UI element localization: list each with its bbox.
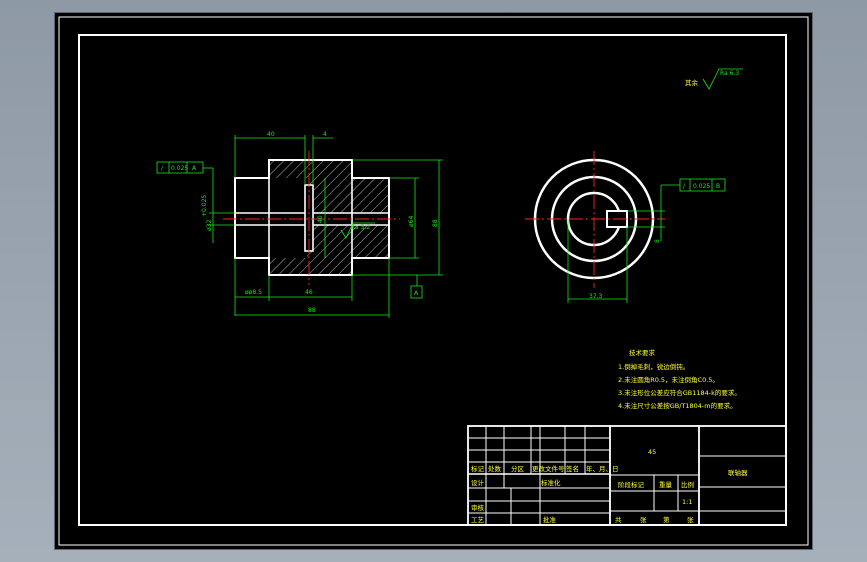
dim-bore: ø32 [206, 220, 213, 231]
tol-left-value: 0.025 [171, 165, 188, 172]
dim-37-3: 37.3 [589, 293, 603, 300]
dim-bore-tol: +0.025 [201, 195, 208, 217]
side-view: 37.3 8 / 0.025 B [525, 151, 726, 303]
tb-standard: 标准化 [541, 478, 561, 487]
dim-46: 46 [305, 289, 313, 296]
tech-item-2: 2.未注圆角R0.5，未注倒角C0.5。 [618, 375, 719, 384]
tb-process: 工艺 [471, 516, 485, 524]
tb-h-count: 处数 [488, 464, 502, 473]
drawing-sheet: 40 4 øø8.5 46 88 40 ø64 88 ø32 +0.025 / [55, 13, 812, 549]
datum-a: A [414, 290, 419, 297]
cad-drawing: 40 4 øø8.5 46 88 40 ø64 88 ø32 +0.025 / [58, 16, 809, 546]
tb-part-name: 联轴器 [728, 468, 748, 477]
section-view [223, 151, 400, 285]
tol-left-symbol: / [161, 165, 164, 172]
title-block: 标记 处数 分区 更改文件号 签名 年、月、日 设计 标准化 审核 工艺 批准 … [467, 425, 787, 526]
tb-review: 审核 [471, 503, 485, 512]
tb-h-doc: 更改文件号 [532, 464, 565, 473]
tol-right-ref: B [716, 183, 720, 190]
tb-h-mark: 标记 [471, 464, 485, 473]
dim-40v: 40 [317, 215, 324, 223]
dim-40: 40 [267, 131, 275, 138]
tech-item-3: 3.未注形位公差应符合GB1184-k的要求。 [618, 388, 741, 397]
tb-h-sign: 签名 [566, 464, 579, 473]
tech-requirements: 技术要求 1.倒掉毛刺，锐边倒钝。 2.未注圆角R0.5，未注倒角C0.5。 3… [618, 348, 741, 410]
tb-sheets: 共 [615, 515, 622, 524]
tb-material: 45 [648, 448, 656, 456]
tb-sheet-unit-2: 张 [687, 515, 694, 524]
outer-border [58, 16, 809, 546]
general-roughness: 其余 Ra 6.3 [685, 68, 743, 90]
tb-sheet-unit: 张 [640, 515, 647, 524]
inner-border [78, 34, 787, 526]
dim-8-5: øø8.5 [245, 289, 262, 296]
tb-weight: 重量 [659, 481, 673, 489]
tech-title: 技术要求 [629, 348, 656, 357]
tol-right-symbol: / [683, 183, 686, 190]
tb-sheet-no: 第 [663, 515, 670, 524]
tech-item-1: 1.倒掉毛刺，锐边倒钝。 [618, 362, 689, 371]
roughness-local: Ra 3.2 [351, 224, 370, 231]
dim-88: 88 [308, 307, 316, 314]
tb-stage: 阶段标记 [618, 480, 645, 489]
tech-item-4: 4.未注尺寸公差按GB/T1804-m的要求。 [618, 401, 737, 410]
tb-h-zone: 分区 [511, 464, 525, 473]
tb-scale-value: 1:1 [682, 498, 692, 506]
dim-4: 4 [323, 131, 327, 138]
tb-h-date: 年、月、日 [586, 464, 619, 473]
tol-left-ref: A [192, 165, 197, 172]
tb-scale: 比例 [681, 480, 694, 489]
tb-design: 设计 [471, 478, 485, 487]
tb-approve: 批准 [543, 515, 557, 524]
roughness-value: Ra 6.3 [720, 70, 739, 77]
dim-8: 8 [654, 239, 661, 243]
dim-88v: 88 [432, 219, 439, 227]
roughness-label: 其余 [685, 78, 699, 87]
tol-right-value: 0.025 [693, 183, 710, 190]
dim-64: ø64 [408, 216, 415, 227]
